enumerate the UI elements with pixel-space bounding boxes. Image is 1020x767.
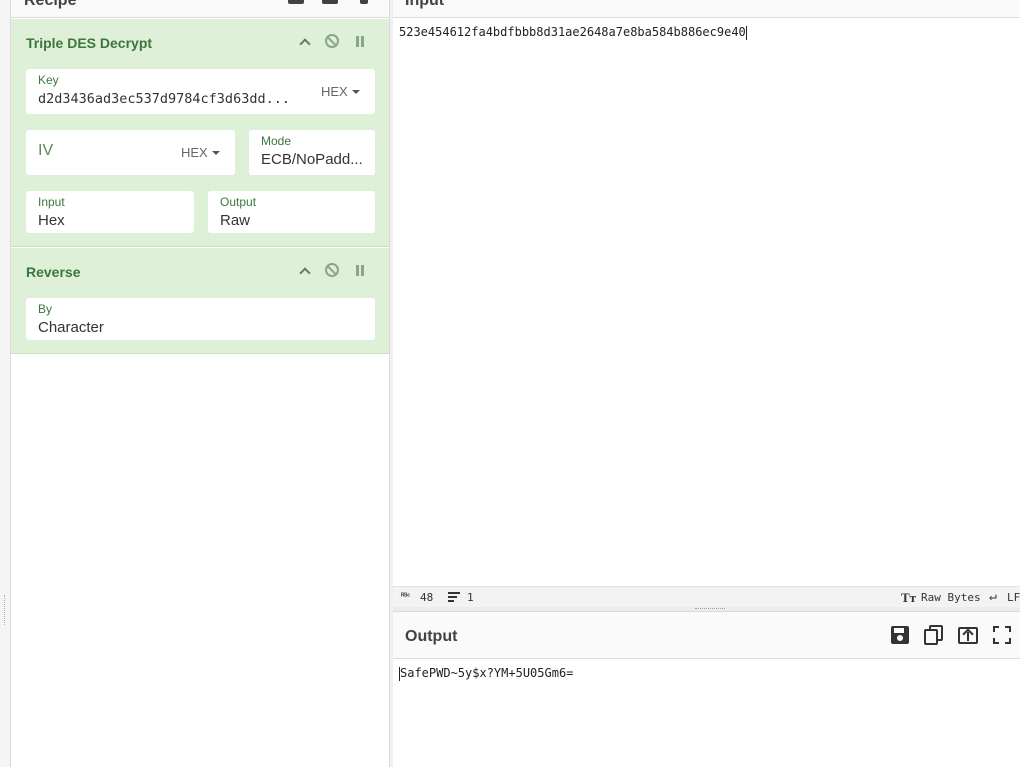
input-header: Input bbox=[393, 0, 1020, 18]
reverse-by-field[interactable]: By Character bbox=[26, 298, 375, 340]
output-header: Output bbox=[393, 612, 1020, 659]
operation-title: Triple DES Decrypt bbox=[26, 35, 153, 51]
collapse-chevron-icon[interactable] bbox=[299, 37, 309, 47]
maximize-output-icon[interactable] bbox=[991, 624, 1013, 646]
input-encoding[interactable]: Raw Bytes bbox=[921, 591, 981, 604]
key-input[interactable]: d2d3436ad3ec537d9784cf3d63dd... bbox=[38, 91, 300, 107]
save-output-icon[interactable] bbox=[889, 624, 911, 646]
mode-label: Mode bbox=[261, 134, 292, 148]
key-label: Key bbox=[38, 73, 59, 87]
breakpoint-pause-icon[interactable] bbox=[355, 265, 365, 276]
recipe-header: Recipe bbox=[11, 0, 389, 18]
chevron-down-icon bbox=[211, 150, 220, 155]
text-encoding-icon[interactable]: Tт bbox=[901, 590, 916, 606]
load-recipe-icon[interactable] bbox=[320, 0, 340, 6]
output-textarea[interactable]: SafePWD~5y$x?YM+5U05Gm6= bbox=[399, 666, 573, 681]
output-format-label: Output bbox=[220, 195, 257, 209]
disable-operation-icon[interactable] bbox=[325, 34, 339, 48]
input-status-bar: ᴿᴮᶜ 48 1 Tт Raw Bytes ↵ LF bbox=[393, 586, 1020, 607]
key-field[interactable]: Key d2d3436ad3ec537d9784cf3d63dd... HEX bbox=[26, 69, 375, 114]
collapse-chevron-icon[interactable] bbox=[299, 266, 309, 276]
output-panel: Output SafePWD~5y$x?YM+5U05Gm6= bbox=[393, 612, 1020, 767]
iv-encoding-dropdown[interactable]: HEX bbox=[181, 145, 220, 160]
mode-field[interactable]: Mode ECB/NoPadd... bbox=[249, 130, 375, 175]
input-textarea[interactable]: 523e454612fa4bdfbbb8d31ae2648a7e8ba584b8… bbox=[399, 25, 747, 40]
app-window: Recipe Triple DES Decrypt Key d2d3436ad3… bbox=[0, 0, 1020, 767]
mode-select[interactable]: ECB/NoPadd... bbox=[261, 151, 369, 168]
save-recipe-icon[interactable] bbox=[286, 0, 306, 6]
input-panel: Input 523e454612fa4bdfbbb8d31ae2648a7e8b… bbox=[393, 0, 1020, 607]
operations-panel-edge[interactable] bbox=[0, 0, 11, 767]
disable-operation-icon[interactable] bbox=[325, 263, 339, 277]
key-encoding-dropdown[interactable]: HEX bbox=[321, 84, 360, 99]
line-count-icon bbox=[448, 592, 460, 602]
character-count: 48 bbox=[420, 591, 434, 604]
copy-output-icon[interactable] bbox=[923, 624, 945, 646]
end-of-line-icon[interactable]: ↵ bbox=[989, 589, 997, 604]
operation-title: Reverse bbox=[26, 264, 81, 280]
recipe-title: Recipe bbox=[24, 0, 77, 9]
breakpoint-pause-icon[interactable] bbox=[355, 36, 365, 47]
operation-triple-des-decrypt[interactable]: Triple DES Decrypt Key d2d3436ad3ec537d9… bbox=[11, 19, 389, 247]
input-title: Input bbox=[405, 0, 445, 9]
character-count-icon: ᴿᴮᶜ bbox=[401, 593, 411, 600]
recipe-panel: Recipe Triple DES Decrypt Key d2d3436ad3… bbox=[11, 0, 389, 767]
output-format-field[interactable]: Output Raw bbox=[208, 191, 375, 233]
resize-grip[interactable] bbox=[4, 595, 6, 625]
iv-field[interactable]: IV HEX bbox=[26, 130, 235, 175]
clear-recipe-icon[interactable] bbox=[354, 0, 374, 6]
line-count: 1 bbox=[467, 591, 474, 604]
replace-input-icon[interactable] bbox=[957, 624, 979, 646]
input-format-select[interactable]: Hex bbox=[38, 212, 65, 229]
by-select[interactable]: Character bbox=[38, 319, 104, 336]
operation-reverse[interactable]: Reverse By Character bbox=[11, 248, 389, 354]
input-format-field[interactable]: Input Hex bbox=[26, 191, 194, 233]
output-title: Output bbox=[405, 628, 458, 645]
by-label: By bbox=[38, 302, 53, 316]
chevron-down-icon bbox=[351, 89, 360, 94]
iv-input-placeholder[interactable]: IV bbox=[38, 142, 53, 160]
end-of-line-sequence[interactable]: LF bbox=[1007, 591, 1020, 604]
output-format-select[interactable]: Raw bbox=[220, 212, 250, 229]
input-format-label: Input bbox=[38, 195, 65, 209]
